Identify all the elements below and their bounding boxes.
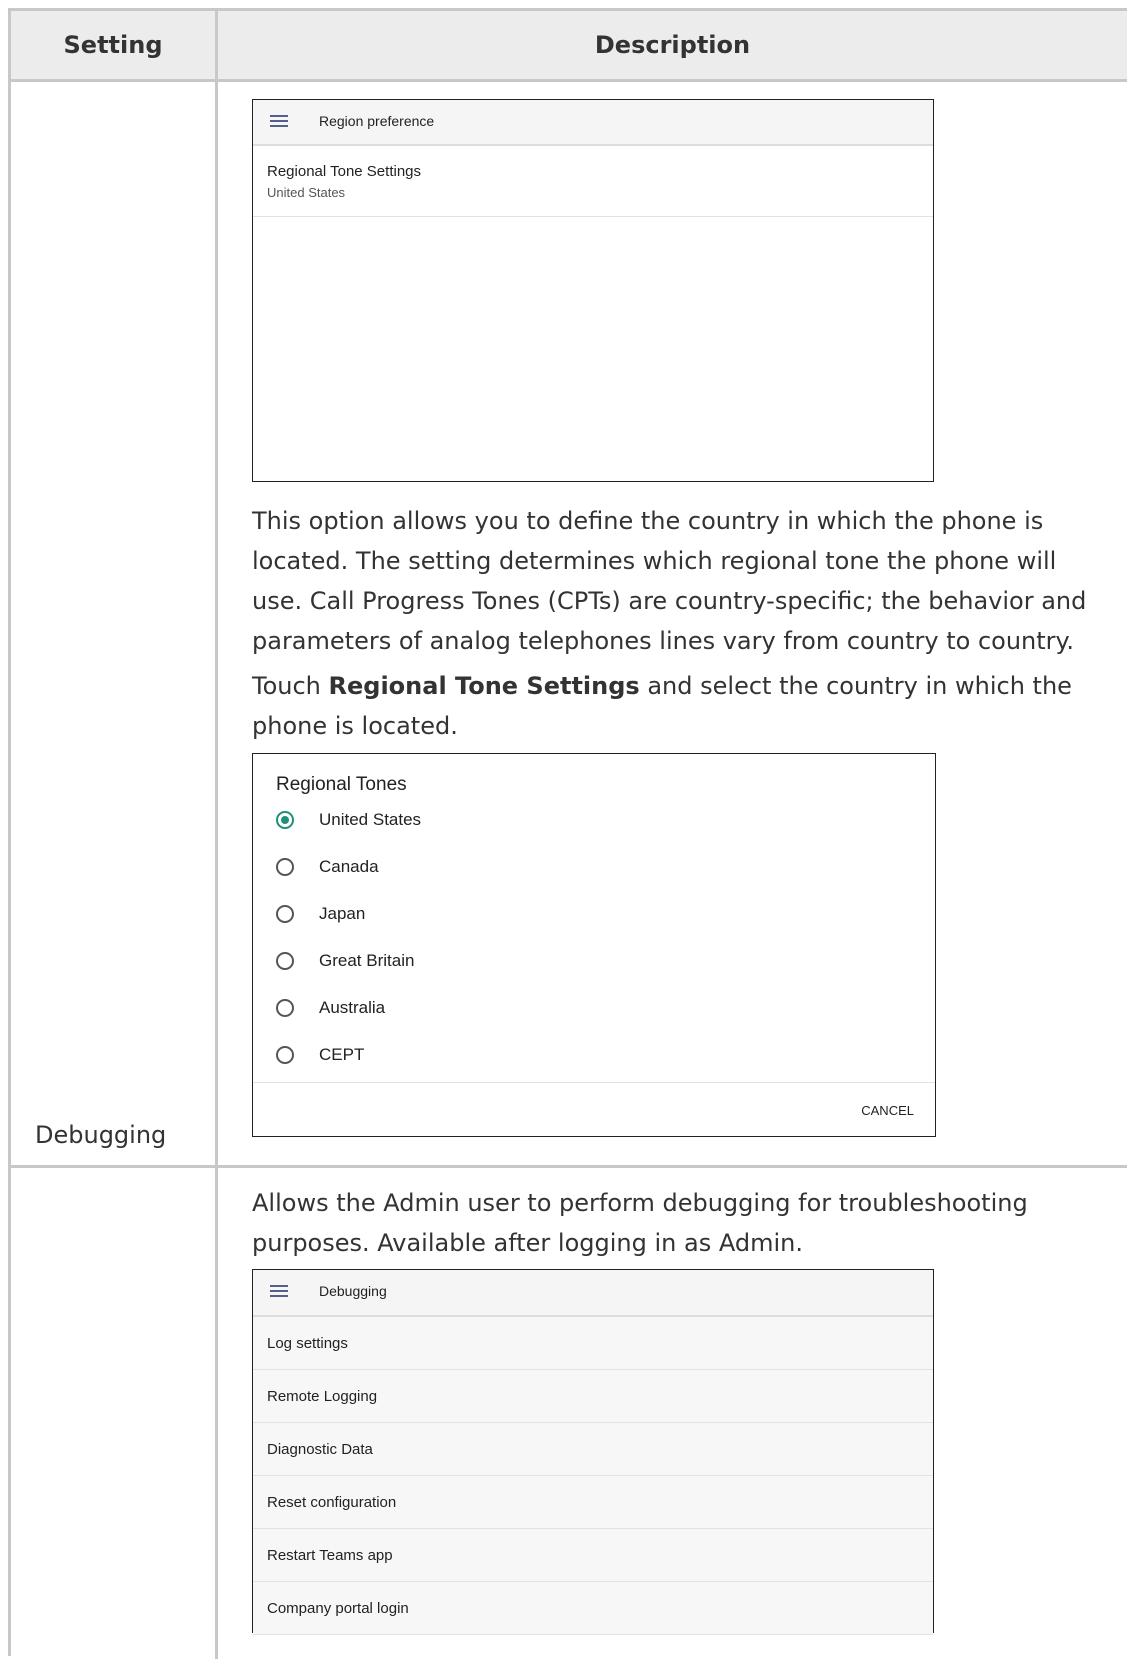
instruction-prefix: Touch [252,672,329,700]
region-description: This option allows you to define the cou… [252,507,1087,655]
dialog-footer-divider [253,1082,935,1083]
regional-tone-settings-value: United States [267,185,346,200]
radio-button[interactable] [276,1046,294,1064]
debugging-description: Allows the Admin user to perform debuggi… [252,1189,1028,1257]
debugging-menu-item[interactable]: Reset configuration [253,1476,933,1529]
debugging-menu-item[interactable]: Company portal login [253,1582,933,1635]
column-divider [215,11,218,1659]
radio-button[interactable] [276,952,294,970]
region-instruction: Touch Regional Tone Settings and select … [252,666,1112,746]
debugging-setting-label: Debugging [35,1121,167,1149]
radio-button[interactable] [276,858,294,876]
regional-tone-settings-label: Regional Tone Settings [267,163,421,180]
debugging-menu-item[interactable]: Log settings [253,1317,933,1370]
regional-tone-settings-item[interactable]: Regional Tone Settings United States [253,146,933,217]
instruction-bold: Regional Tone Settings [328,672,640,700]
country-option-label[interactable]: Canada [319,857,379,877]
header-setting: Setting [63,31,163,59]
debugging-menu-item[interactable]: Remote Logging [253,1370,933,1423]
cancel-button[interactable]: CANCEL [861,1103,914,1118]
header-description: Description [594,31,751,59]
dialog-title: Regional Tones [276,774,407,795]
country-option-label[interactable]: Australia [319,998,385,1018]
radio-button[interactable] [276,905,294,923]
region-preference-title: Region preference [319,113,435,129]
regional-tones-dialog: Regional Tones United States Canada Japan G… [252,753,936,1137]
debugging-menu-item[interactable]: Diagnostic Data [253,1423,933,1476]
radio-button[interactable] [276,999,294,1017]
region-topbar: Region preference [253,100,933,146]
debugging-title: Debugging [319,1283,387,1299]
country-option-label[interactable]: Great Britain [319,951,414,971]
radio-button[interactable] [276,811,294,829]
hamburger-menu-icon[interactable] [270,115,288,128]
country-option-label[interactable]: United States [319,810,421,830]
hamburger-menu-icon[interactable] [270,1285,288,1298]
row-divider [11,1165,1127,1168]
country-option-label[interactable]: CEPT [319,1045,364,1065]
country-option-label[interactable]: Japan [319,904,365,924]
region-preference-screenshot: Region preference Regional Tone Settings… [252,99,934,482]
table-header: Setting Description [11,11,1127,82]
debugging-menu-item[interactable]: Restart Teams app [253,1529,933,1582]
debugging-topbar: Debugging [253,1270,933,1317]
debugging-screenshot: Debugging Log settings Remote Logging Diag… [252,1269,934,1635]
